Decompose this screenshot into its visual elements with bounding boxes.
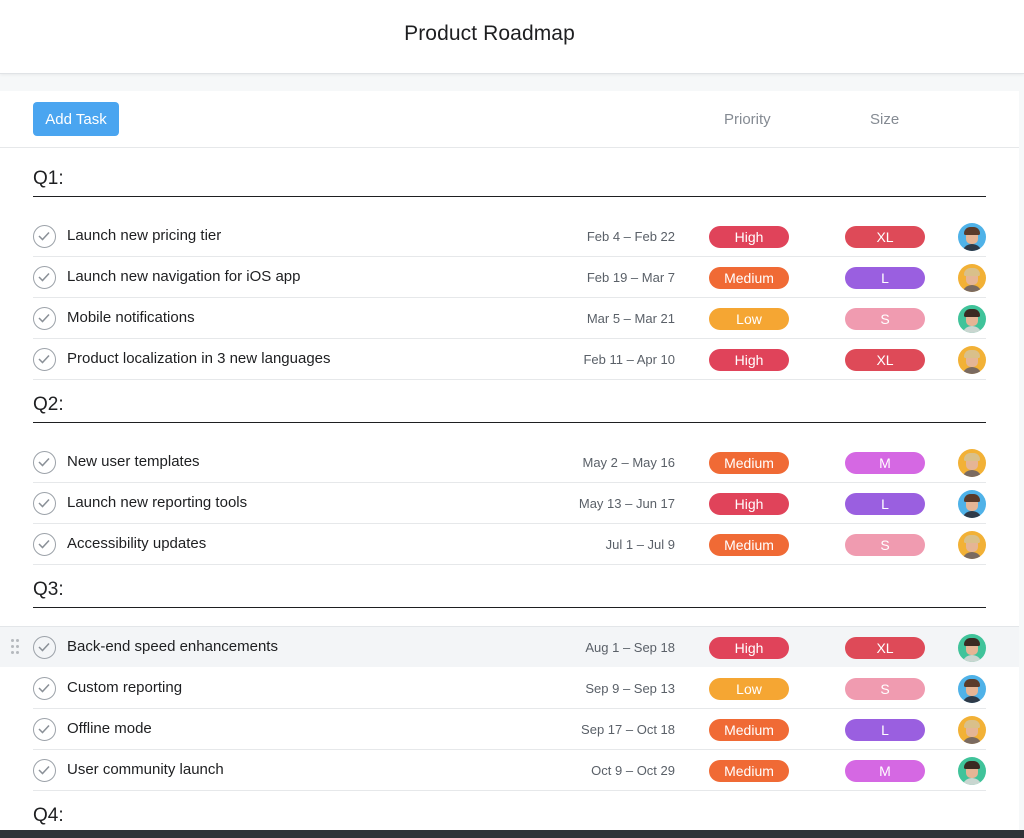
task-name[interactable]: User community launch	[67, 761, 224, 778]
section-header[interactable]: Q4:	[33, 794, 986, 834]
assignee-avatar[interactable]	[958, 675, 986, 703]
task-date-range[interactable]: Feb 11 – Apr 10	[583, 352, 675, 367]
desktop-background-strip	[0, 830, 1024, 838]
task-date-range[interactable]: Feb 19 – Mar 7	[587, 270, 675, 285]
priority-badge[interactable]: Medium	[709, 719, 789, 741]
complete-checkmark-icon[interactable]	[33, 451, 56, 474]
complete-checkmark-icon[interactable]	[33, 492, 56, 515]
task-row[interactable]: Back-end speed enhancements Aug 1 – Sep 1…	[0, 626, 1019, 667]
size-badge[interactable]: XL	[845, 226, 925, 248]
size-badge[interactable]: S	[845, 534, 925, 556]
size-badge[interactable]: XL	[845, 637, 925, 659]
assignee-avatar[interactable]	[958, 305, 986, 333]
task-date-range[interactable]: Sep 9 – Sep 13	[585, 681, 675, 696]
size-badge[interactable]: L	[845, 493, 925, 515]
task-row[interactable]: Offline mode Sep 17 – Oct 18 Medium L	[0, 709, 1019, 750]
section-header[interactable]: Q2:	[33, 383, 986, 423]
task-row[interactable]: Accessibility updates Jul 1 – Jul 9 Medium…	[0, 524, 1019, 565]
complete-checkmark-icon[interactable]	[33, 225, 56, 248]
section-header[interactable]: Q3:	[33, 568, 986, 608]
assignee-avatar[interactable]	[958, 264, 986, 292]
complete-checkmark-icon[interactable]	[33, 533, 56, 556]
task-row[interactable]: Launch new pricing tier Feb 4 – Feb 22 Hig…	[0, 216, 1019, 257]
task-row[interactable]: Product localization in 3 new languages F…	[0, 339, 1019, 380]
size-column-header[interactable]: Size	[870, 111, 899, 128]
task-name[interactable]: Launch new pricing tier	[67, 227, 221, 244]
task-name[interactable]: Product localization in 3 new languages	[67, 350, 331, 367]
complete-checkmark-icon[interactable]	[33, 677, 56, 700]
section-label: Q2:	[33, 394, 64, 415]
assignee-avatar[interactable]	[958, 531, 986, 559]
assignee-avatar[interactable]	[958, 346, 986, 374]
priority-badge[interactable]: High	[709, 493, 789, 515]
roadmap-panel: Add Task Priority Size Q1: Launch new pri…	[0, 91, 1019, 838]
task-date-range[interactable]: Feb 4 – Feb 22	[587, 229, 675, 244]
complete-checkmark-icon[interactable]	[33, 759, 56, 782]
task-name[interactable]: Mobile notifications	[67, 309, 195, 326]
toolbar: Add Task Priority Size	[0, 91, 1019, 148]
task-row[interactable]: Launch new reporting tools May 13 – Jun 1…	[0, 483, 1019, 524]
complete-checkmark-icon[interactable]	[33, 718, 56, 741]
assignee-avatar[interactable]	[958, 634, 986, 662]
size-badge[interactable]: L	[845, 719, 925, 741]
task-date-range[interactable]: Sep 17 – Oct 18	[581, 722, 675, 737]
task-row[interactable]: Launch new navigation for iOS app Feb 19 …	[0, 257, 1019, 298]
priority-column-header[interactable]: Priority	[724, 111, 771, 128]
section-label: Q4:	[33, 805, 64, 826]
task-date-range[interactable]: May 13 – Jun 17	[579, 496, 675, 511]
size-badge[interactable]: M	[845, 452, 925, 474]
section-label: Q1:	[33, 168, 64, 189]
task-row[interactable]: Mobile notifications Mar 5 – Mar 21 Low S	[0, 298, 1019, 339]
task-row[interactable]: New user templates May 2 – May 16 Medium M	[0, 442, 1019, 483]
page-title: Product Roadmap	[404, 21, 575, 45]
priority-badge[interactable]: Medium	[709, 452, 789, 474]
task-name[interactable]: Offline mode	[67, 720, 152, 737]
task-row[interactable]: User community launch Oct 9 – Oct 29 Mediu…	[0, 750, 1019, 791]
size-badge[interactable]: XL	[845, 349, 925, 371]
task-row[interactable]: Custom reporting Sep 9 – Sep 13 Low S	[0, 668, 1019, 709]
task-name[interactable]: Accessibility updates	[67, 535, 206, 552]
priority-badge[interactable]: Medium	[709, 760, 789, 782]
section-label: Q3:	[33, 579, 64, 600]
assignee-avatar[interactable]	[958, 716, 986, 744]
size-badge[interactable]: S	[845, 678, 925, 700]
priority-badge[interactable]: Low	[709, 308, 789, 330]
assignee-avatar[interactable]	[958, 223, 986, 251]
task-name[interactable]: Launch new reporting tools	[67, 494, 247, 511]
complete-checkmark-icon[interactable]	[33, 266, 56, 289]
complete-checkmark-icon[interactable]	[33, 307, 56, 330]
size-badge[interactable]: L	[845, 267, 925, 289]
size-badge[interactable]: M	[845, 760, 925, 782]
task-date-range[interactable]: Oct 9 – Oct 29	[591, 763, 675, 778]
priority-badge[interactable]: High	[709, 349, 789, 371]
task-date-range[interactable]: Aug 1 – Sep 18	[585, 640, 675, 655]
assignee-avatar[interactable]	[958, 757, 986, 785]
task-name[interactable]: Custom reporting	[67, 679, 182, 696]
section-header[interactable]: Q1:	[33, 157, 986, 197]
priority-badge[interactable]: Medium	[709, 534, 789, 556]
priority-badge[interactable]: Low	[709, 678, 789, 700]
assignee-avatar[interactable]	[958, 449, 986, 477]
complete-checkmark-icon[interactable]	[33, 348, 56, 371]
task-name[interactable]: New user templates	[67, 453, 200, 470]
size-badge[interactable]: S	[845, 308, 925, 330]
priority-badge[interactable]: High	[709, 226, 789, 248]
priority-badge[interactable]: Medium	[709, 267, 789, 289]
complete-checkmark-icon[interactable]	[33, 636, 56, 659]
top-header-bar: Product Roadmap	[0, 0, 1024, 74]
task-date-range[interactable]: Mar 5 – Mar 21	[587, 311, 675, 326]
task-date-range[interactable]: May 2 – May 16	[583, 455, 676, 470]
priority-badge[interactable]: High	[709, 637, 789, 659]
task-date-range[interactable]: Jul 1 – Jul 9	[606, 537, 675, 552]
task-name[interactable]: Launch new navigation for iOS app	[67, 268, 301, 285]
assignee-avatar[interactable]	[958, 490, 986, 518]
add-task-button[interactable]: Add Task	[33, 102, 119, 136]
drag-handle-icon[interactable]	[11, 639, 21, 655]
task-name[interactable]: Back-end speed enhancements	[67, 638, 278, 655]
